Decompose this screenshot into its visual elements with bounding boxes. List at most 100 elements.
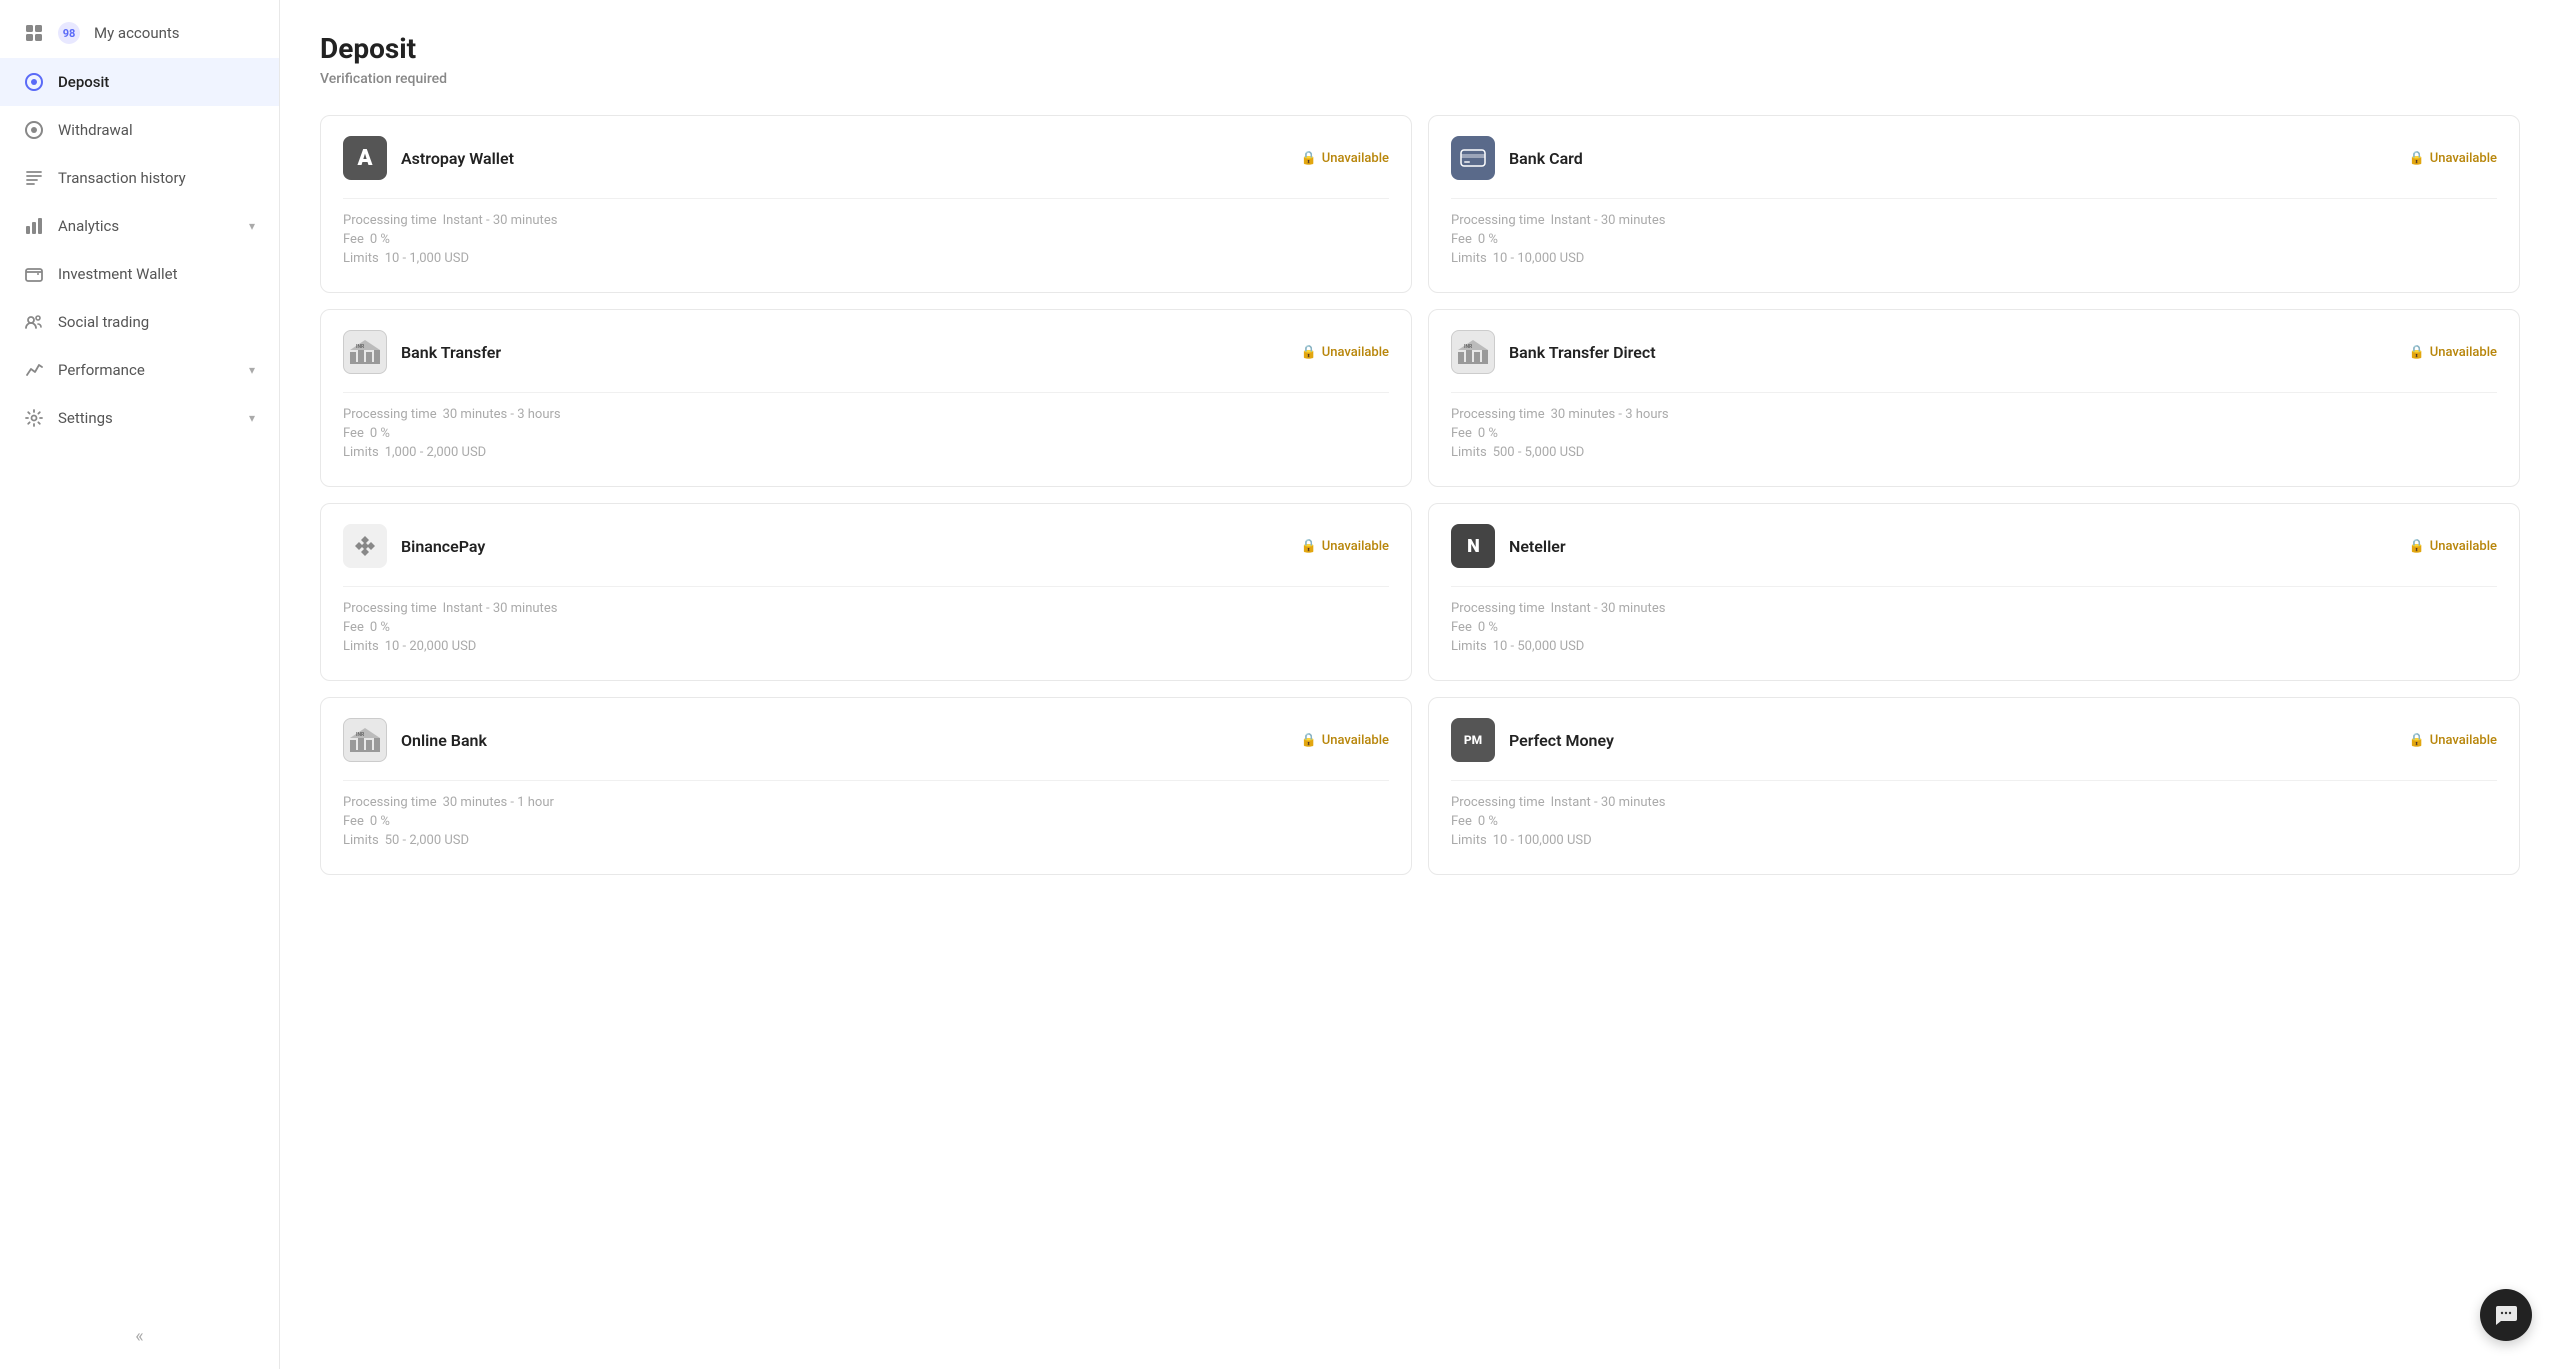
processing-time-value: 30 minutes - 3 hours — [1551, 407, 1669, 422]
settings-icon — [24, 408, 44, 428]
payment-card-left: N Neteller — [1451, 524, 1566, 568]
limits-row: Limits 10 - 1,000 USD — [343, 251, 1389, 266]
limits-label: Limits — [1451, 639, 1487, 654]
grid-icon — [24, 23, 44, 43]
payment-card-header: INR Online Bank 🔒 Unavailable — [343, 718, 1389, 762]
deposit-icon — [24, 72, 44, 92]
fee-label: Fee — [343, 814, 364, 829]
sidebar-item-transaction-history[interactable]: Transaction history — [0, 154, 279, 202]
payment-card-left: INR Online Bank — [343, 718, 487, 762]
limits-row: Limits 500 - 5,000 USD — [1451, 445, 2497, 460]
limits-value: 1,000 - 2,000 USD — [385, 445, 487, 460]
unavailable-label: Unavailable — [1322, 733, 1389, 748]
sidebar-item-investment-wallet[interactable]: Investment Wallet — [0, 250, 279, 298]
fee-value: 0 % — [1478, 620, 1498, 635]
payment-card-left: A Astropay Wallet — [343, 136, 514, 180]
unavailable-badge: 🔒 Unavailable — [2409, 151, 2497, 166]
processing-time-label: Processing time — [1451, 407, 1545, 422]
lock-icon: 🔒 — [2409, 151, 2425, 166]
limits-row: Limits 10 - 10,000 USD — [1451, 251, 2497, 266]
payment-name: Bank Transfer — [401, 343, 501, 362]
unavailable-label: Unavailable — [2430, 539, 2497, 554]
payment-name: Bank Card — [1509, 149, 1583, 168]
payment-name: Bank Transfer Direct — [1509, 343, 1656, 362]
fee-value: 0 % — [1478, 232, 1498, 247]
sidebar-item-analytics[interactable]: Analytics ▾ — [0, 202, 279, 250]
social-trading-icon — [24, 312, 44, 332]
payment-card-left: Bank Card — [1451, 136, 1583, 180]
unavailable-badge: 🔒 Unavailable — [2409, 733, 2497, 748]
limits-row: Limits 1,000 - 2,000 USD — [343, 445, 1389, 460]
payment-name: Astropay Wallet — [401, 149, 514, 168]
processing-time-row: Processing time Instant - 30 minutes — [1451, 795, 2497, 810]
unavailable-badge: 🔒 Unavailable — [1301, 539, 1389, 554]
processing-time-row: Processing time 30 minutes - 1 hour — [343, 795, 1389, 810]
limits-row: Limits 10 - 50,000 USD — [1451, 639, 2497, 654]
wallet-icon — [24, 264, 44, 284]
unavailable-badge: 🔒 Unavailable — [1301, 733, 1389, 748]
sidebar: 98 My accounts Deposit Withdrawal Tra — [0, 0, 280, 1369]
sidebar-item-my-accounts-label: My accounts — [94, 24, 180, 42]
payment-details: Processing time Instant - 30 minutes Fee… — [1451, 198, 2497, 266]
payment-card-bank-transfer-direct[interactable]: INR Bank Transfer Direct 🔒 Unavailable P… — [1428, 309, 2520, 487]
fee-value: 0 % — [1478, 426, 1498, 441]
processing-time-value: 30 minutes - 3 hours — [443, 407, 561, 422]
sidebar-item-social-trading[interactable]: Social trading — [0, 298, 279, 346]
fee-label: Fee — [1451, 232, 1472, 247]
chat-fab-button[interactable] — [2480, 1289, 2532, 1341]
limits-row: Limits 10 - 100,000 USD — [1451, 833, 2497, 848]
fee-row: Fee 0 % — [1451, 232, 2497, 247]
unavailable-badge: 🔒 Unavailable — [2409, 539, 2497, 554]
payment-name: BinancePay — [401, 537, 485, 556]
sidebar-item-social-trading-label: Social trading — [58, 313, 149, 331]
payment-card-binancepay[interactable]: BinancePay 🔒 Unavailable Processing time… — [320, 503, 1412, 681]
payment-card-online-bank[interactable]: INR Online Bank 🔒 Unavailable Processing… — [320, 697, 1412, 875]
settings-chevron-icon: ▾ — [249, 411, 255, 425]
payment-card-bank-card[interactable]: Bank Card 🔒 Unavailable Processing time … — [1428, 115, 2520, 293]
sidebar-item-deposit[interactable]: Deposit — [0, 58, 279, 106]
sidebar-item-deposit-label: Deposit — [58, 73, 109, 91]
svg-text:INR: INR — [1464, 344, 1473, 350]
sidebar-item-settings-label: Settings — [58, 409, 113, 427]
fee-row: Fee 0 % — [343, 232, 1389, 247]
fee-row: Fee 0 % — [1451, 814, 2497, 829]
analytics-icon — [24, 216, 44, 236]
verification-notice: Verification required — [320, 71, 2520, 87]
sidebar-collapse-button[interactable]: « — [0, 1312, 279, 1361]
processing-time-value: Instant - 30 minutes — [1551, 213, 1666, 228]
unavailable-label: Unavailable — [1322, 345, 1389, 360]
processing-time-label: Processing time — [343, 407, 437, 422]
history-icon — [24, 168, 44, 188]
fee-label: Fee — [1451, 814, 1472, 829]
payment-card-astropay[interactable]: A Astropay Wallet 🔒 Unavailable Processi… — [320, 115, 1412, 293]
limits-label: Limits — [343, 833, 379, 848]
limits-label: Limits — [343, 639, 379, 654]
sidebar-item-withdrawal[interactable]: Withdrawal — [0, 106, 279, 154]
fee-label: Fee — [343, 426, 364, 441]
limits-value: 500 - 5,000 USD — [1493, 445, 1585, 460]
fee-row: Fee 0 % — [343, 620, 1389, 635]
svg-text:INR: INR — [356, 732, 365, 738]
sidebar-item-withdrawal-label: Withdrawal — [58, 121, 133, 139]
payment-card-header: INR Bank Transfer 🔒 Unavailable — [343, 330, 1389, 374]
sidebar-item-my-accounts-badge: 98 — [58, 22, 80, 44]
sidebar-item-settings[interactable]: Settings ▾ — [0, 394, 279, 442]
fee-value: 0 % — [370, 620, 390, 635]
sidebar-item-my-accounts[interactable]: 98 My accounts — [0, 8, 279, 58]
processing-time-label: Processing time — [343, 213, 437, 228]
payment-card-neteller[interactable]: N Neteller 🔒 Unavailable Processing time… — [1428, 503, 2520, 681]
lock-icon: 🔒 — [2409, 539, 2425, 554]
limits-value: 50 - 2,000 USD — [385, 833, 469, 848]
payment-card-perfect-money[interactable]: PM Perfect Money 🔒 Unavailable Processin… — [1428, 697, 2520, 875]
sidebar-item-performance[interactable]: Performance ▾ — [0, 346, 279, 394]
svg-text:INR: INR — [356, 344, 365, 350]
limits-label: Limits — [1451, 833, 1487, 848]
payment-card-left: PM Perfect Money — [1451, 718, 1614, 762]
payment-card-bank-transfer[interactable]: INR Bank Transfer 🔒 Unavailable Processi… — [320, 309, 1412, 487]
fee-value: 0 % — [1478, 814, 1498, 829]
payment-details: Processing time Instant - 30 minutes Fee… — [1451, 780, 2497, 848]
processing-time-label: Processing time — [1451, 795, 1545, 810]
lock-icon: 🔒 — [1301, 733, 1317, 748]
fee-row: Fee 0 % — [1451, 426, 2497, 441]
processing-time-row: Processing time Instant - 30 minutes — [343, 213, 1389, 228]
